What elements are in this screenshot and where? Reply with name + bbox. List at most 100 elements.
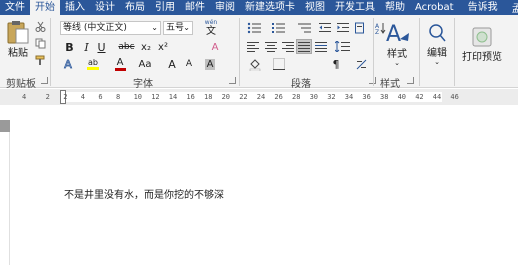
cut-button[interactable] bbox=[34, 20, 46, 32]
line-spacing-button[interactable] bbox=[334, 40, 352, 53]
justify-icon bbox=[298, 42, 310, 52]
font-color-button[interactable]: A bbox=[114, 57, 126, 71]
svg-text:A: A bbox=[386, 22, 401, 45]
ruler-tick-label: 8 bbox=[116, 93, 121, 101]
borders-button[interactable] bbox=[272, 57, 286, 71]
strikethrough-button[interactable]: abc bbox=[118, 40, 135, 54]
outdent-icon bbox=[318, 23, 331, 32]
italic-button[interactable]: I bbox=[81, 40, 92, 54]
tell-me-search[interactable]: 告诉我 bbox=[463, 0, 503, 15]
document-text[interactable]: 不是井里没有水，而是你挖的不够深 bbox=[64, 186, 224, 201]
subscript-button[interactable]: x₂ bbox=[139, 40, 153, 54]
horizontal-ruler[interactable]: 4 2 2 4 6 8 10 12 14 16 18 20 22 24 26 28 30 32 34 36 38 40 42… bbox=[0, 89, 518, 105]
pilcrow-icon: ¶ bbox=[332, 57, 340, 71]
tab-mailings[interactable]: 邮件 bbox=[180, 0, 210, 15]
multilevel-list-icon bbox=[298, 23, 311, 33]
text-effects-button[interactable]: A bbox=[62, 57, 74, 71]
tab-developer[interactable]: 开发工具 bbox=[330, 0, 380, 15]
copy-icon bbox=[35, 38, 45, 48]
justify-button[interactable] bbox=[296, 39, 312, 54]
ruler-tick-label: 44 bbox=[432, 93, 442, 101]
ruler-tick-label: 6 bbox=[98, 93, 103, 101]
separator bbox=[50, 18, 51, 86]
tab-file[interactable]: 文件 bbox=[0, 0, 30, 15]
format-painter-button[interactable] bbox=[34, 54, 46, 66]
character-shading-button[interactable]: A bbox=[204, 57, 216, 71]
styles-button[interactable]: A 样式 ⌄ bbox=[380, 19, 414, 69]
ruler-tick-label: 28 bbox=[292, 93, 301, 101]
clipboard-launcher-icon[interactable] bbox=[41, 77, 48, 84]
paste-button[interactable]: 粘贴 bbox=[6, 19, 30, 59]
font-size-value: 五号 bbox=[166, 23, 185, 33]
decrease-indent-button[interactable] bbox=[318, 21, 332, 35]
tab-references[interactable]: 引用 bbox=[150, 0, 180, 15]
chevron-down-icon: ⌄ bbox=[394, 59, 400, 67]
chinese-layout-button[interactable] bbox=[354, 21, 364, 35]
tab-insert[interactable]: 插入 bbox=[60, 0, 90, 15]
tab-review[interactable]: 审阅 bbox=[210, 0, 240, 15]
editing-label: 编辑 bbox=[427, 48, 447, 59]
align-right-button[interactable] bbox=[281, 40, 295, 53]
separator bbox=[419, 18, 420, 86]
clear-formatting-icon: A bbox=[211, 41, 219, 53]
highlight-button[interactable]: ab bbox=[86, 57, 100, 71]
font-size-combo[interactable]: 五号 ⌄ bbox=[163, 21, 193, 35]
multilevel-list-button[interactable] bbox=[296, 21, 314, 35]
tab-design[interactable]: 设计 bbox=[90, 0, 120, 15]
copy-button[interactable] bbox=[34, 37, 46, 49]
vertical-ruler[interactable] bbox=[0, 120, 10, 265]
clear-formatting-button[interactable]: A bbox=[209, 40, 221, 54]
ruler-tick-label: 14 bbox=[168, 93, 178, 101]
bullets-button[interactable] bbox=[246, 21, 264, 35]
chevron-down-icon: ⌄ bbox=[434, 58, 440, 66]
styles-label: 样式 bbox=[387, 49, 407, 60]
tab-help[interactable]: 帮助 bbox=[380, 0, 410, 15]
user-initial[interactable]: 孟 bbox=[512, 0, 518, 15]
shrink-font-button[interactable]: A bbox=[183, 57, 195, 71]
tab-acrobat[interactable]: Acrobat bbox=[410, 0, 459, 15]
styles-launcher-icon[interactable] bbox=[407, 77, 414, 84]
tab-view[interactable]: 视图 bbox=[300, 0, 330, 15]
change-case-button[interactable]: Aa bbox=[137, 57, 153, 71]
ruler-tick-label: 2 bbox=[45, 93, 50, 101]
highlight-icon: ab bbox=[88, 58, 98, 67]
print-preview-button[interactable]: 打印预览 bbox=[460, 19, 504, 69]
paragraph-mark-button[interactable]: ¶ bbox=[330, 57, 342, 71]
chevron-down-icon: ⌄ bbox=[183, 23, 190, 32]
align-left-button[interactable] bbox=[246, 40, 260, 53]
bold-button[interactable]: B bbox=[64, 40, 75, 54]
asian-typography-button[interactable] bbox=[355, 57, 367, 71]
superscript-button[interactable]: x² bbox=[156, 40, 170, 54]
underline-button[interactable]: U bbox=[96, 40, 107, 54]
ruler-tick-label: 10 bbox=[133, 93, 143, 101]
font-color-bar bbox=[114, 67, 126, 71]
align-center-button[interactable] bbox=[264, 40, 278, 53]
ribbon: 粘贴 剪贴板 等线 (中文正文) ⌄ 五号 ⌄ wén 文 B I U abc … bbox=[0, 15, 518, 90]
increase-indent-button[interactable] bbox=[336, 21, 350, 35]
font-launcher-icon[interactable] bbox=[229, 77, 236, 84]
wen-button[interactable]: wén 文 bbox=[204, 19, 218, 37]
tab-home[interactable]: 开始 bbox=[30, 0, 60, 15]
font-color-icon: A bbox=[116, 56, 124, 68]
paste-label: 粘贴 bbox=[8, 47, 28, 59]
ruler-tick-label: 32 bbox=[327, 93, 336, 101]
distributed-icon bbox=[315, 42, 327, 52]
tab-layout[interactable]: 布局 bbox=[120, 0, 150, 15]
editing-button[interactable]: 编辑 ⌄ bbox=[424, 19, 450, 69]
shading-button[interactable] bbox=[248, 57, 262, 71]
highlight-color-bar bbox=[87, 67, 99, 70]
text-effects-icon: A bbox=[64, 57, 72, 71]
tab-new-tab[interactable]: 新建选项卡 bbox=[240, 0, 300, 15]
ruler-tick-label: 30 bbox=[309, 93, 319, 101]
svg-text:Z: Z bbox=[375, 29, 379, 34]
grow-font-button[interactable]: A bbox=[166, 57, 178, 71]
numbering-button[interactable] bbox=[270, 21, 288, 35]
ruler-tick-label: 42 bbox=[415, 93, 424, 101]
font-name-combo[interactable]: 等线 (中文正文) ⌄ bbox=[60, 21, 161, 35]
ruler-tick-label: 24 bbox=[256, 93, 266, 101]
chevron-down-icon: ⌄ bbox=[151, 23, 158, 32]
distributed-button[interactable] bbox=[314, 40, 328, 53]
chinese-layout-icon bbox=[354, 22, 364, 34]
separator bbox=[454, 18, 455, 86]
ruler-tick-label: 4 bbox=[22, 93, 27, 101]
